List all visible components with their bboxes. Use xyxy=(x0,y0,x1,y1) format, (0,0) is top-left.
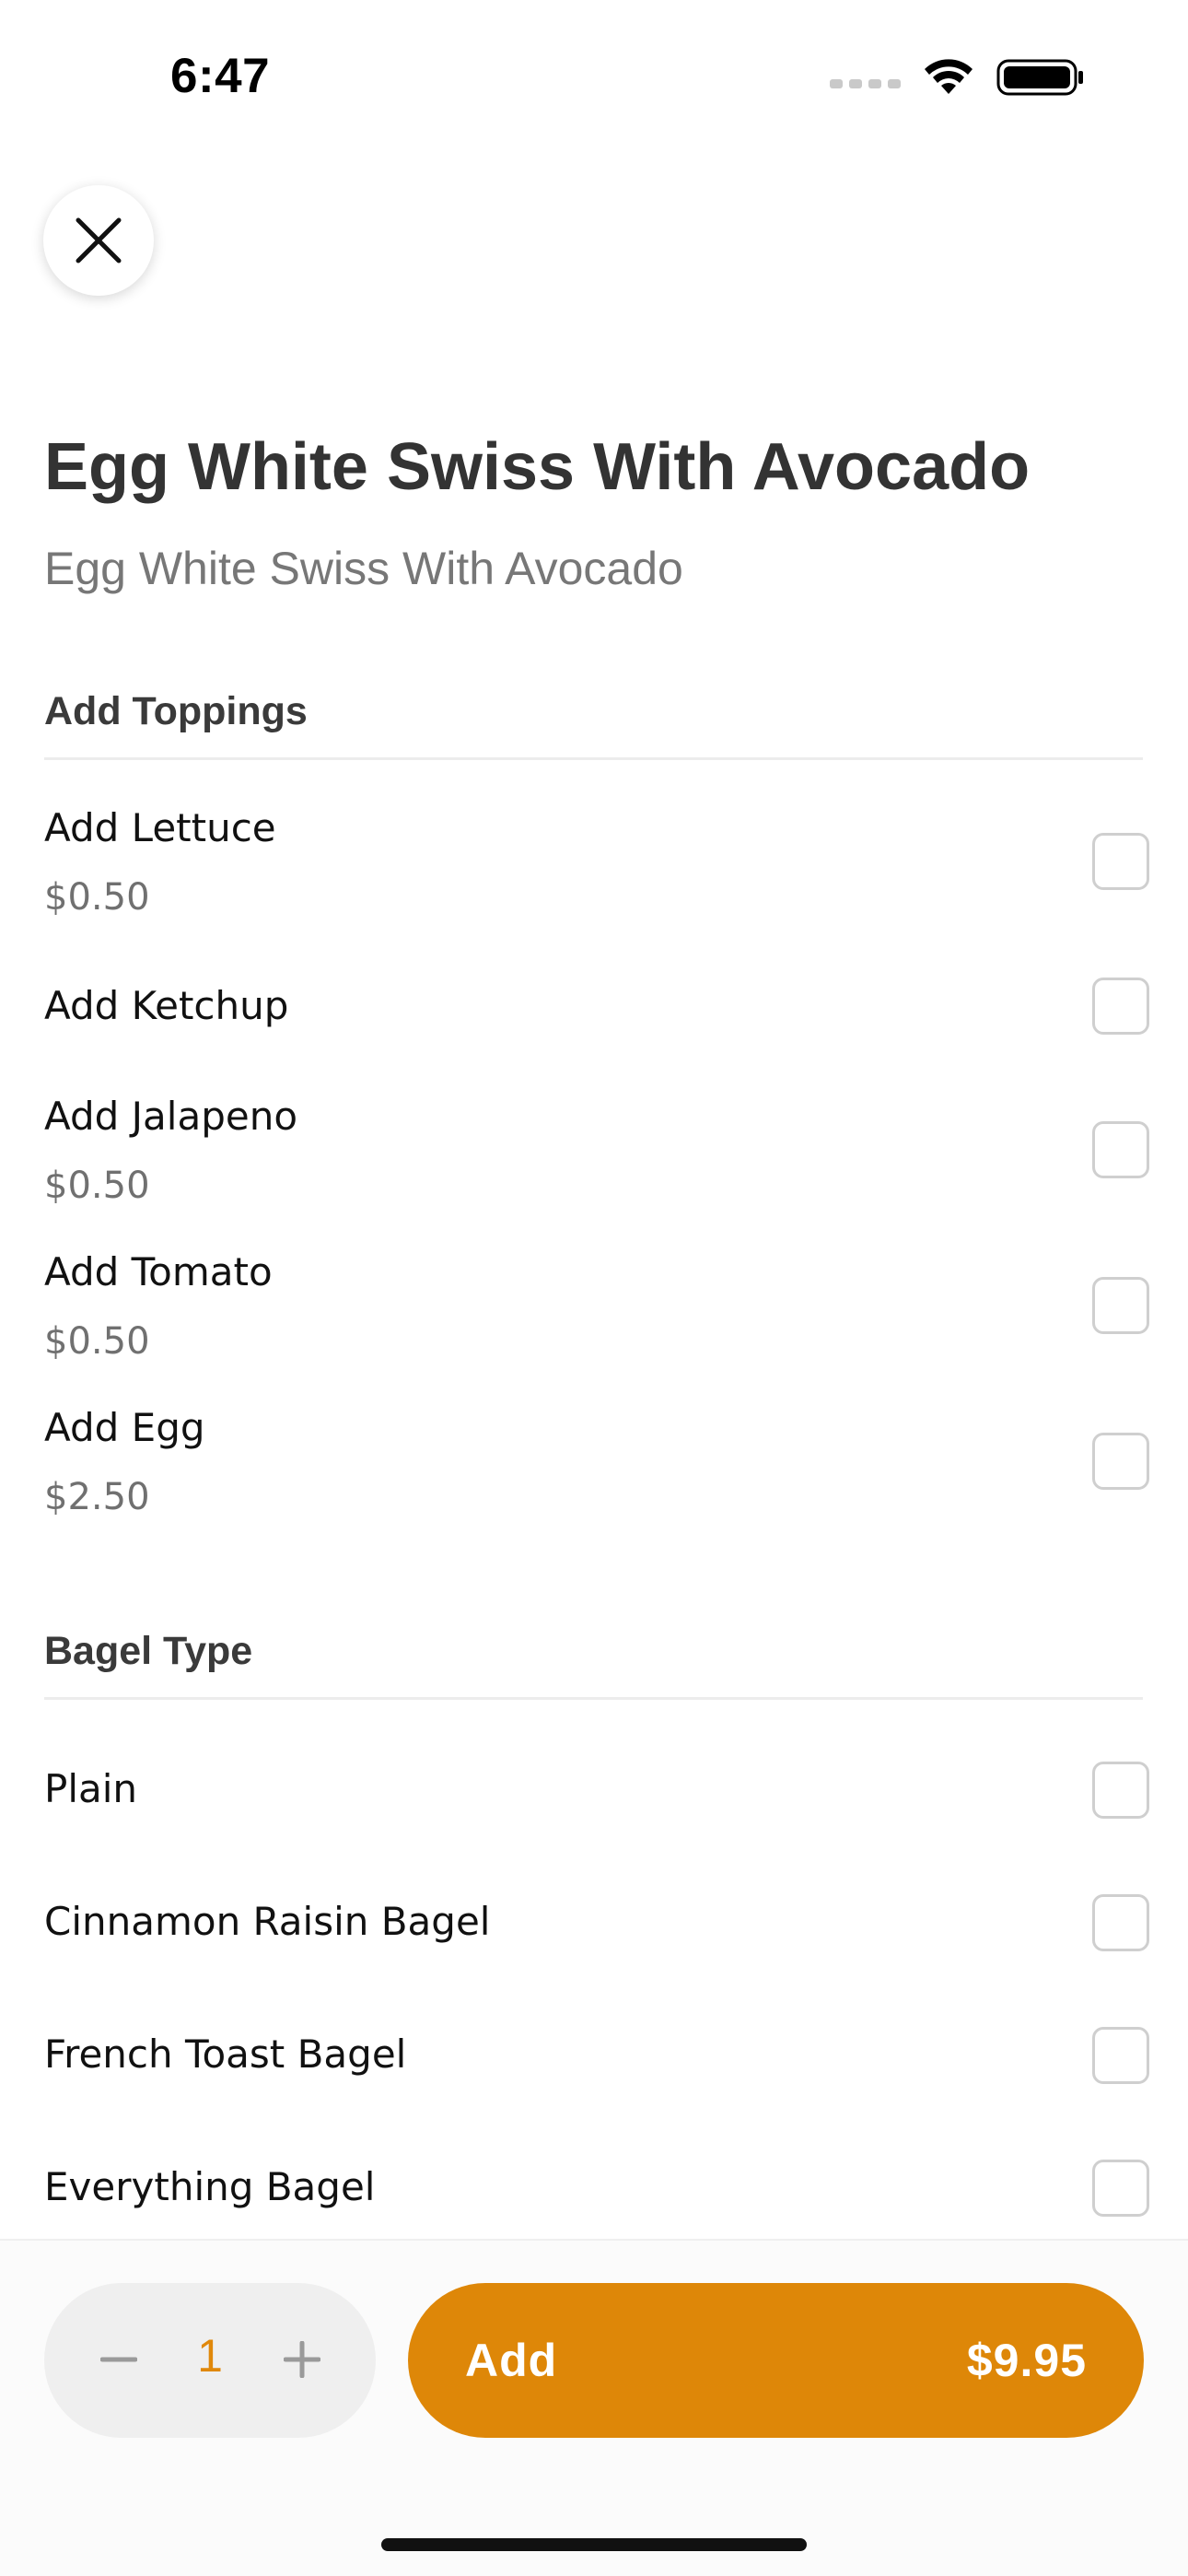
bagel-checkbox-plain[interactable] xyxy=(1092,1762,1149,1819)
bagel-option-french-toast[interactable]: French Toast Bagel xyxy=(44,2032,1149,2077)
bagel-option-everything[interactable]: Everything Bagel xyxy=(44,2164,1149,2209)
plus-icon xyxy=(284,2341,320,2378)
option-price: $0.50 xyxy=(44,1165,150,1207)
status-time: 6:47 xyxy=(170,49,271,103)
option-label: Add Jalapeno xyxy=(44,1094,298,1139)
add-button-total: $9.95 xyxy=(966,2335,1087,2386)
topping-checkbox-egg[interactable] xyxy=(1092,1433,1149,1490)
option-label: Add Ketchup xyxy=(44,983,289,1028)
section-title-toppings: Add Toppings xyxy=(44,689,308,733)
bagel-checkbox-everything[interactable] xyxy=(1092,2160,1149,2217)
option-label: French Toast Bagel xyxy=(44,2032,407,2077)
battery-icon xyxy=(996,59,1083,96)
add-button-label: Add xyxy=(465,2335,558,2386)
close-button[interactable] xyxy=(43,185,154,296)
topping-checkbox-lettuce[interactable] xyxy=(1092,833,1149,890)
bagel-checkbox-cinnamon-raisin[interactable] xyxy=(1092,1894,1149,1951)
item-title: Egg White Swiss With Avocado xyxy=(44,430,1031,504)
close-icon xyxy=(76,217,122,263)
increase-quantity-button[interactable] xyxy=(276,2334,328,2385)
add-to-cart-button[interactable]: Add $9.95 xyxy=(408,2283,1144,2438)
topping-option-lettuce[interactable]: Add Lettuce $0.50 xyxy=(44,805,1149,919)
section-divider xyxy=(44,1697,1143,1700)
bagel-checkbox-french-toast[interactable] xyxy=(1092,2027,1149,2084)
topping-checkbox-ketchup[interactable] xyxy=(1092,978,1149,1035)
option-price: $0.50 xyxy=(44,876,150,919)
quantity-value: 1 xyxy=(197,2330,223,2382)
status-icons xyxy=(830,57,1085,98)
option-label: Plain xyxy=(44,1766,138,1811)
status-bar: 6:47 xyxy=(0,0,1188,157)
bagel-option-plain[interactable]: Plain xyxy=(44,1766,1149,1811)
section-divider xyxy=(44,757,1143,760)
option-label: Add Egg xyxy=(44,1405,205,1450)
item-subtitle: Egg White Swiss With Avocado xyxy=(44,543,683,594)
topping-checkbox-tomato[interactable] xyxy=(1092,1277,1149,1334)
minus-icon xyxy=(100,2357,137,2362)
topping-option-jalapeno[interactable]: Add Jalapeno $0.50 xyxy=(44,1094,1149,1207)
option-price: $2.50 xyxy=(44,1476,150,1518)
option-price: $0.50 xyxy=(44,1320,150,1363)
wifi-icon xyxy=(925,59,973,94)
bagel-option-cinnamon-raisin[interactable]: Cinnamon Raisin Bagel xyxy=(44,1899,1149,1944)
cellular-signal-icon xyxy=(830,79,901,88)
topping-checkbox-jalapeno[interactable] xyxy=(1092,1121,1149,1178)
home-indicator[interactable] xyxy=(381,2538,807,2551)
option-label: Add Lettuce xyxy=(44,805,276,850)
option-label: Everything Bagel xyxy=(44,2164,376,2209)
topping-option-egg[interactable]: Add Egg $2.50 xyxy=(44,1405,1149,1518)
option-label: Add Tomato xyxy=(44,1249,273,1294)
topping-option-tomato[interactable]: Add Tomato $0.50 xyxy=(44,1249,1149,1363)
topping-option-ketchup[interactable]: Add Ketchup xyxy=(44,983,1149,1028)
quantity-stepper: 1 xyxy=(44,2283,376,2438)
section-title-bagel-type: Bagel Type xyxy=(44,1629,253,1673)
option-label: Cinnamon Raisin Bagel xyxy=(44,1899,491,1944)
decrease-quantity-button[interactable] xyxy=(93,2334,145,2385)
